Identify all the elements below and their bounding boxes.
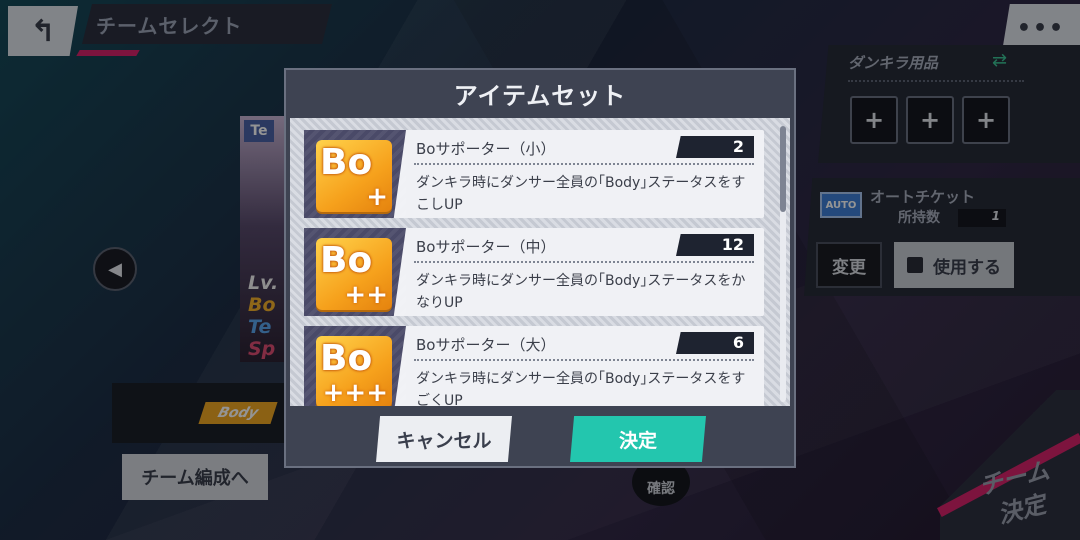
item-count: 6 xyxy=(676,332,754,354)
item-list[interactable]: Bo + Boサポーター（小） 2 ダンキラ時にダンサー全員の｢Body｣ステー… xyxy=(290,118,790,406)
divider xyxy=(414,359,754,361)
item-name: Boサポーター（大） xyxy=(416,336,556,354)
scrollbar-thumb[interactable] xyxy=(780,126,786,212)
item-count: 12 xyxy=(676,234,754,256)
list-item[interactable]: Bo +++ Boサポーター（大） 6 ダンキラ時にダンサー全員の｢Body｣ス… xyxy=(304,326,764,406)
item-description: ダンキラ時にダンサー全員の｢Body｣ステータスをかなりUP xyxy=(416,273,746,311)
list-item[interactable]: Bo ++ Boサポーター（中） 12 ダンキラ時にダンサー全員の｢Body｣ス… xyxy=(304,228,764,316)
divider xyxy=(414,163,754,165)
item-name: Boサポーター（中） xyxy=(416,238,556,256)
bo-supporter-medium-icon: Bo ++ xyxy=(316,238,392,310)
dialog-footer: キャンセル 決定 xyxy=(286,410,794,466)
bo-supporter-small-icon: Bo + xyxy=(316,140,392,212)
icon-text: Bo xyxy=(320,142,373,183)
bo-supporter-large-icon: Bo +++ xyxy=(316,336,392,406)
icon-plus: ++ xyxy=(344,280,388,310)
list-item[interactable]: Bo + Boサポーター（小） 2 ダンキラ時にダンサー全員の｢Body｣ステー… xyxy=(304,130,764,218)
item-count: 2 xyxy=(676,136,754,158)
item-description: ダンキラ時にダンサー全員の｢Body｣ステータスをすごくUP xyxy=(416,371,746,406)
item-name: Boサポーター（小） xyxy=(416,140,556,158)
divider xyxy=(414,261,754,263)
icon-plus: + xyxy=(366,182,388,212)
item-set-dialog: アイテムセット Bo + Boサポーター（小） 2 ダンキラ時にダンサー全員の｢… xyxy=(284,68,796,468)
dialog-title: アイテムセット xyxy=(453,82,627,110)
item-description: ダンキラ時にダンサー全員の｢Body｣ステータスをすこしUP xyxy=(416,175,746,213)
cancel-button[interactable]: キャンセル xyxy=(376,416,512,462)
icon-text: Bo xyxy=(320,240,373,281)
icon-text: Bo xyxy=(320,338,373,379)
ok-button[interactable]: 決定 xyxy=(570,416,706,462)
icon-plus: +++ xyxy=(322,378,388,406)
